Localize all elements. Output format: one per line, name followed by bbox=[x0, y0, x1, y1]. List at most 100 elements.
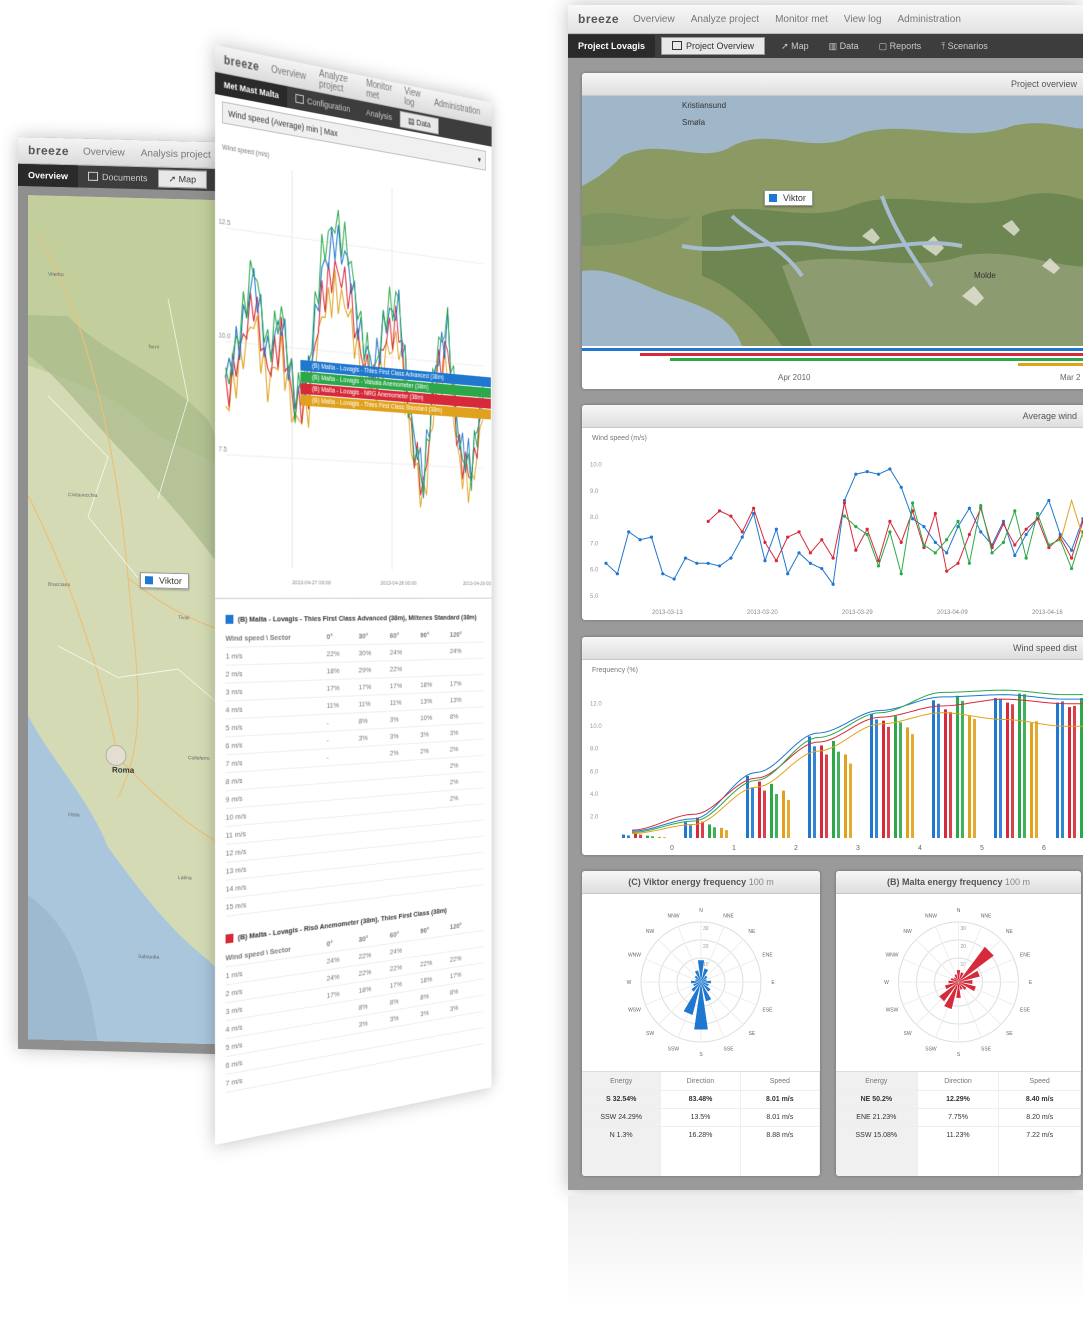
right-tab-data[interactable]: ▥ Data bbox=[819, 35, 869, 57]
mid-table-1-body: Wind speed \ Sector 0° 30° 60° 90° 120° 1 m/s 2… bbox=[225, 626, 484, 917]
dist-bar bbox=[899, 722, 902, 838]
right-tab-reports[interactable]: ▢ Reports bbox=[869, 35, 932, 57]
avg-x-tick: 2013-04-16 bbox=[1032, 610, 1063, 616]
dist-bar bbox=[973, 718, 976, 838]
right-tab-project[interactable]: Project Lovagis bbox=[568, 35, 656, 57]
left-nav-analysis[interactable]: Analysis project bbox=[141, 148, 211, 161]
overview-icon bbox=[672, 41, 683, 50]
document-icon bbox=[88, 171, 99, 181]
dist-ylabel: Frequency (%) bbox=[592, 667, 638, 674]
table-cell bbox=[420, 1042, 450, 1048]
dist-bar bbox=[746, 775, 749, 838]
mid-y-tick: 10.0 bbox=[219, 332, 231, 341]
dropdown-arrow-icon: ▾ bbox=[477, 154, 481, 164]
avg-point bbox=[763, 540, 767, 544]
rose-ring-label: 30 bbox=[703, 926, 709, 932]
table-cell: 2% bbox=[449, 777, 459, 787]
rose-petal bbox=[697, 960, 705, 982]
avg-point bbox=[1047, 543, 1051, 547]
left-tab-map[interactable]: ➚ Map bbox=[157, 169, 208, 189]
rose-ring-label: 30 bbox=[961, 926, 967, 932]
table-cell bbox=[450, 812, 479, 815]
dist-bar bbox=[787, 799, 790, 838]
project-map-marker[interactable]: Viktor bbox=[764, 190, 813, 206]
stats-column: Energy S 32.54% SSW 24.29% N 1.3% bbox=[582, 1072, 662, 1176]
dist-bar bbox=[646, 835, 649, 838]
report-icon: ▢ bbox=[878, 41, 890, 51]
table-cell bbox=[327, 874, 359, 878]
rose-direction-label: WNW bbox=[628, 952, 641, 958]
project-overview-panel: Project overview Kristiansund Smøla Mold… bbox=[582, 73, 1083, 389]
rose-direction-label: NNW bbox=[667, 913, 679, 919]
table-cell bbox=[359, 1053, 390, 1059]
dist-bar bbox=[775, 793, 778, 838]
dist-bar bbox=[932, 700, 935, 838]
table-cell bbox=[420, 848, 450, 851]
mid-nav-2[interactable]: Monitor met bbox=[366, 78, 392, 104]
avg-point bbox=[876, 564, 881, 568]
table-cell bbox=[420, 815, 450, 818]
table-cell bbox=[327, 857, 359, 860]
left-map-marker[interactable]: Viktor bbox=[140, 572, 189, 590]
project-map[interactable]: Kristiansund Smøla Molde Viktor bbox=[582, 96, 1083, 346]
table-cell bbox=[420, 766, 450, 768]
dist-x-tick: 6 bbox=[1042, 845, 1046, 852]
table-cell: Wind speed \ Sector bbox=[225, 632, 291, 643]
right-nav-4[interactable]: Administration bbox=[898, 14, 961, 25]
timeline-label-end: Mar 2 bbox=[1060, 373, 1081, 382]
mid-nav-1[interactable]: Analyze project bbox=[319, 69, 353, 97]
mid-x-tick: 2013-04-29 00:00 bbox=[463, 581, 492, 587]
table-cell: 22% bbox=[358, 967, 372, 978]
mid-nav-0[interactable]: Overview bbox=[271, 64, 306, 82]
stats-cell: N 1.3% bbox=[582, 1126, 661, 1144]
data-timeline[interactable]: Apr 2010 Mar 2 bbox=[582, 346, 1083, 389]
dist-bar bbox=[937, 703, 940, 838]
mid-nav-3[interactable]: View log bbox=[404, 86, 422, 110]
table-cell bbox=[327, 772, 359, 774]
left-nav-overview[interactable]: Overview bbox=[83, 146, 125, 158]
left-tab-documents[interactable]: Documents bbox=[78, 165, 158, 189]
avg-point bbox=[774, 559, 778, 563]
table-cell: 8% bbox=[389, 996, 399, 1007]
dist-bar bbox=[949, 712, 952, 838]
avg-point bbox=[638, 538, 642, 542]
right-nav-0[interactable]: Overview bbox=[633, 14, 675, 25]
table-cell: - bbox=[326, 718, 329, 728]
table-cell: 3% bbox=[449, 728, 459, 738]
right-nav-2[interactable]: Monitor met bbox=[775, 14, 828, 25]
avg-y-tick: 10.0 bbox=[590, 463, 602, 469]
avg-point bbox=[615, 572, 619, 576]
right-tab-map[interactable]: ➚ Map bbox=[771, 35, 819, 57]
data-timeline-bars bbox=[582, 348, 1083, 366]
mid-nav-4[interactable]: Administration bbox=[434, 98, 480, 117]
table-cell: 2% bbox=[449, 761, 459, 770]
table-cell: 3% bbox=[420, 730, 429, 739]
table-cell: 8% bbox=[420, 991, 429, 1002]
avg-point bbox=[899, 485, 903, 489]
avg-point bbox=[1013, 543, 1017, 547]
table-cell: 24% bbox=[326, 972, 340, 983]
table-cell bbox=[359, 787, 390, 789]
avg-point bbox=[1024, 527, 1028, 531]
table-cell: 60° bbox=[389, 929, 400, 940]
svg-text:Ostia: Ostia bbox=[68, 812, 80, 818]
avg-x-tick: 2013-03-20 bbox=[747, 610, 778, 616]
table-cell bbox=[420, 782, 450, 784]
dist-bar bbox=[849, 763, 852, 838]
table-cell bbox=[420, 1025, 450, 1030]
right-tab-overview[interactable]: Project Overview bbox=[661, 37, 766, 55]
table-cell: 0° bbox=[326, 938, 333, 949]
rose-ring-label: 20 bbox=[703, 944, 709, 950]
avg-y-tick: 5.0 bbox=[590, 594, 599, 600]
table-cell: 0° bbox=[326, 632, 333, 641]
avg-point bbox=[1069, 548, 1074, 552]
pointer-icon: ➚ bbox=[781, 41, 792, 51]
left-tab-overview[interactable]: Overview bbox=[18, 163, 79, 188]
rose-direction-label: E bbox=[1029, 980, 1033, 986]
right-tab-scenarios[interactable]: ⤒ Scenarios bbox=[931, 35, 998, 57]
dist-bar bbox=[751, 787, 754, 838]
dist-bar bbox=[911, 734, 914, 838]
right-nav-1[interactable]: Analyze project bbox=[691, 14, 759, 25]
right-nav-3[interactable]: View log bbox=[844, 14, 882, 25]
avg-point bbox=[831, 582, 835, 586]
